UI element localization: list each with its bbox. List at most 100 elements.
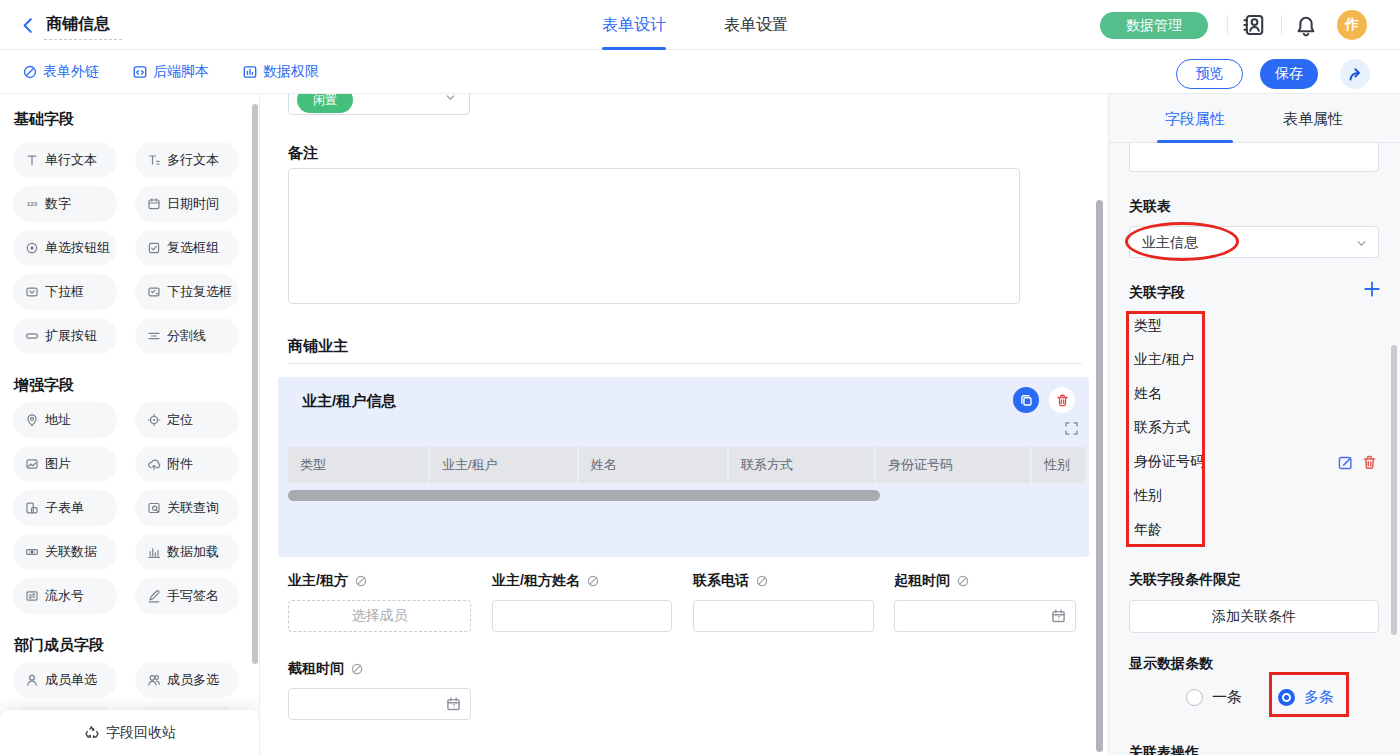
attachment-icon [147, 457, 161, 471]
panel-scrollbar[interactable] [1391, 345, 1397, 635]
recycle-icon [84, 725, 100, 741]
data-manage-button[interactable]: 数据管理 [1100, 12, 1208, 39]
expand-corner-icon[interactable] [1064, 421, 1079, 436]
edit-icon[interactable] [1337, 454, 1354, 471]
contact-book-icon[interactable] [1242, 13, 1266, 37]
field-pill-label: 下拉复选框 [167, 283, 232, 301]
status-select[interactable]: 闲置 [288, 94, 470, 115]
toolbar-link-1[interactable]: 后端脚本 [132, 63, 209, 81]
date-input[interactable]: 7 [894, 600, 1076, 632]
related-table-select[interactable]: 业主信息 [1129, 226, 1379, 258]
field-pill-单选按钮组[interactable]: 单选按钮组 [13, 230, 117, 266]
field-pill-下拉复选框[interactable]: 下拉复选框 [135, 274, 239, 310]
field-pill-地址[interactable]: 地址 [13, 402, 117, 438]
related-field-item[interactable]: 身份证号码 [1134, 444, 1204, 478]
field-pill-单行文本[interactable]: 单行文本 [13, 142, 117, 178]
status-tag: 闲置 [297, 94, 353, 113]
field-pill-子表单[interactable]: 子表单 [13, 490, 117, 526]
radio-option-一条[interactable]: 一条 [1186, 688, 1242, 707]
canvas-field-起租时间[interactable]: 起租时间7 [894, 571, 1076, 632]
add-condition-button[interactable]: 添加关联条件 [1129, 600, 1379, 633]
field-pill-关联查询[interactable]: 关联查询 [135, 490, 239, 526]
remark-textarea[interactable] [288, 168, 1020, 304]
main-tab-form-design[interactable]: 表单设计 [602, 0, 666, 50]
section-divider [288, 363, 1082, 364]
related-field-item[interactable]: 性别 [1134, 478, 1204, 512]
field-recycle-bin[interactable]: 字段回收站 [0, 710, 260, 755]
field-pill-日期时间[interactable]: 日期时间 [135, 186, 239, 222]
field-pill-附件[interactable]: 附件 [135, 446, 239, 482]
panel-tab-form-props[interactable]: 表单属性 [1283, 94, 1343, 143]
radio-icon[interactable] [1278, 689, 1295, 706]
main-tab-form-settings[interactable]: 表单设置 [724, 0, 788, 50]
field-pill-label: 单行文本 [45, 151, 97, 169]
radio-icon[interactable] [1186, 689, 1203, 706]
share-button[interactable] [1340, 59, 1370, 89]
related-field-item[interactable]: 年龄 [1134, 512, 1204, 546]
permission-icon [242, 64, 258, 80]
back-icon[interactable] [20, 16, 36, 34]
divider-icon [147, 329, 161, 343]
canvas-field-联系电话[interactable]: 联系电话 [693, 571, 874, 632]
field-pill-图片[interactable]: 图片 [13, 446, 117, 482]
display-count-label: 显示数据条数 [1129, 655, 1213, 673]
related-field-item[interactable]: 类型 [1134, 308, 1204, 342]
save-button[interactable]: 保存 [1260, 59, 1318, 89]
trash-icon[interactable] [1361, 454, 1378, 471]
address-icon [25, 413, 39, 427]
panel-tab-field-props[interactable]: 字段属性 [1165, 94, 1225, 143]
location-icon [147, 413, 161, 427]
related-field-item[interactable]: 联系方式 [1134, 410, 1204, 444]
canvas-field-业主/租方[interactable]: 业主/租方选择成员 [288, 571, 471, 632]
field-pill-label: 关联数据 [45, 543, 97, 561]
subform-field-selected[interactable]: 业主/租户信息 类型业主/租户姓名联系方式身份证号码性别 [278, 377, 1089, 557]
avatar[interactable]: 作 [1337, 10, 1367, 40]
field-pill-label: 数字 [45, 195, 71, 213]
radio-option-多条[interactable]: 多条 [1278, 688, 1334, 707]
canvas-field-截租时间[interactable]: 截租时间7 [288, 659, 471, 720]
field-pill-label: 图片 [45, 455, 71, 473]
bell-icon[interactable] [1294, 13, 1318, 37]
member-picker-placeholder: 选择成员 [352, 607, 408, 625]
preview-button[interactable]: 预览 [1176, 59, 1243, 89]
text-input[interactable] [693, 600, 874, 632]
form-designer-app: 商铺信息 表单设计表单设置 数据管理 作 表单外链后端脚本数据权限 预览 保存 … [0, 0, 1400, 755]
toolbar-link-0[interactable]: 表单外链 [22, 63, 99, 81]
field-pill-扩展按钮[interactable]: 扩展按钮 [13, 318, 117, 354]
field-pill-复选框组[interactable]: 复选框组 [135, 230, 239, 266]
related-field-item[interactable]: 姓名 [1134, 376, 1204, 410]
copy-field-button[interactable] [1013, 387, 1039, 413]
toolbar-link-2[interactable]: 数据权限 [242, 63, 319, 81]
field-pill-分割线[interactable]: 分割线 [135, 318, 239, 354]
member-picker[interactable]: 选择成员 [288, 600, 471, 632]
field-pill-关联数据[interactable]: 关联数据 [13, 534, 117, 570]
related-field-item[interactable]: 业主/租户 [1134, 342, 1204, 376]
toolbar-link-label: 后端脚本 [153, 63, 209, 81]
panel-top-input[interactable] [1129, 143, 1379, 172]
subtable-horizontal-scrollbar[interactable] [288, 490, 880, 501]
field-pill-成员多选[interactable]: 成员多选 [135, 662, 239, 698]
field-pill-成员单选[interactable]: 成员单选 [13, 662, 117, 698]
form-title: 商铺信息 [46, 14, 110, 35]
field-pill-数据加载[interactable]: 数据加载 [135, 534, 239, 570]
link-data-icon [25, 545, 39, 559]
field-pill-label: 数据加载 [167, 543, 219, 561]
canvas-scrollbar[interactable] [1096, 200, 1103, 752]
text-input[interactable] [492, 600, 672, 632]
plus-icon[interactable] [1363, 280, 1381, 298]
date-input[interactable]: 7 [288, 688, 471, 720]
field-pill-定位[interactable]: 定位 [135, 402, 239, 438]
property-panel: 字段属性表单属性 关联表 业主信息 关联字段 类型业主/租户姓名联系方式身份证号… [1108, 94, 1400, 755]
field-pill-数字[interactable]: 123数字 [13, 186, 117, 222]
field-pill-流水号[interactable]: 流水号 [13, 578, 117, 614]
canvas-field-业主/租方姓名[interactable]: 业主/租方姓名 [492, 571, 672, 632]
divider [1227, 15, 1228, 35]
sidebar-scrollbar[interactable] [252, 104, 258, 664]
delete-field-button[interactable] [1049, 387, 1075, 413]
field-pill-label: 子表单 [45, 499, 84, 517]
field-pill-多行文本[interactable]: 多行文本 [135, 142, 239, 178]
field-pill-下拉框[interactable]: 下拉框 [13, 274, 117, 310]
toolbar-link-label: 表单外链 [43, 63, 99, 81]
eye-off-icon [354, 574, 368, 588]
field-pill-手写签名[interactable]: 手写签名 [135, 578, 239, 614]
